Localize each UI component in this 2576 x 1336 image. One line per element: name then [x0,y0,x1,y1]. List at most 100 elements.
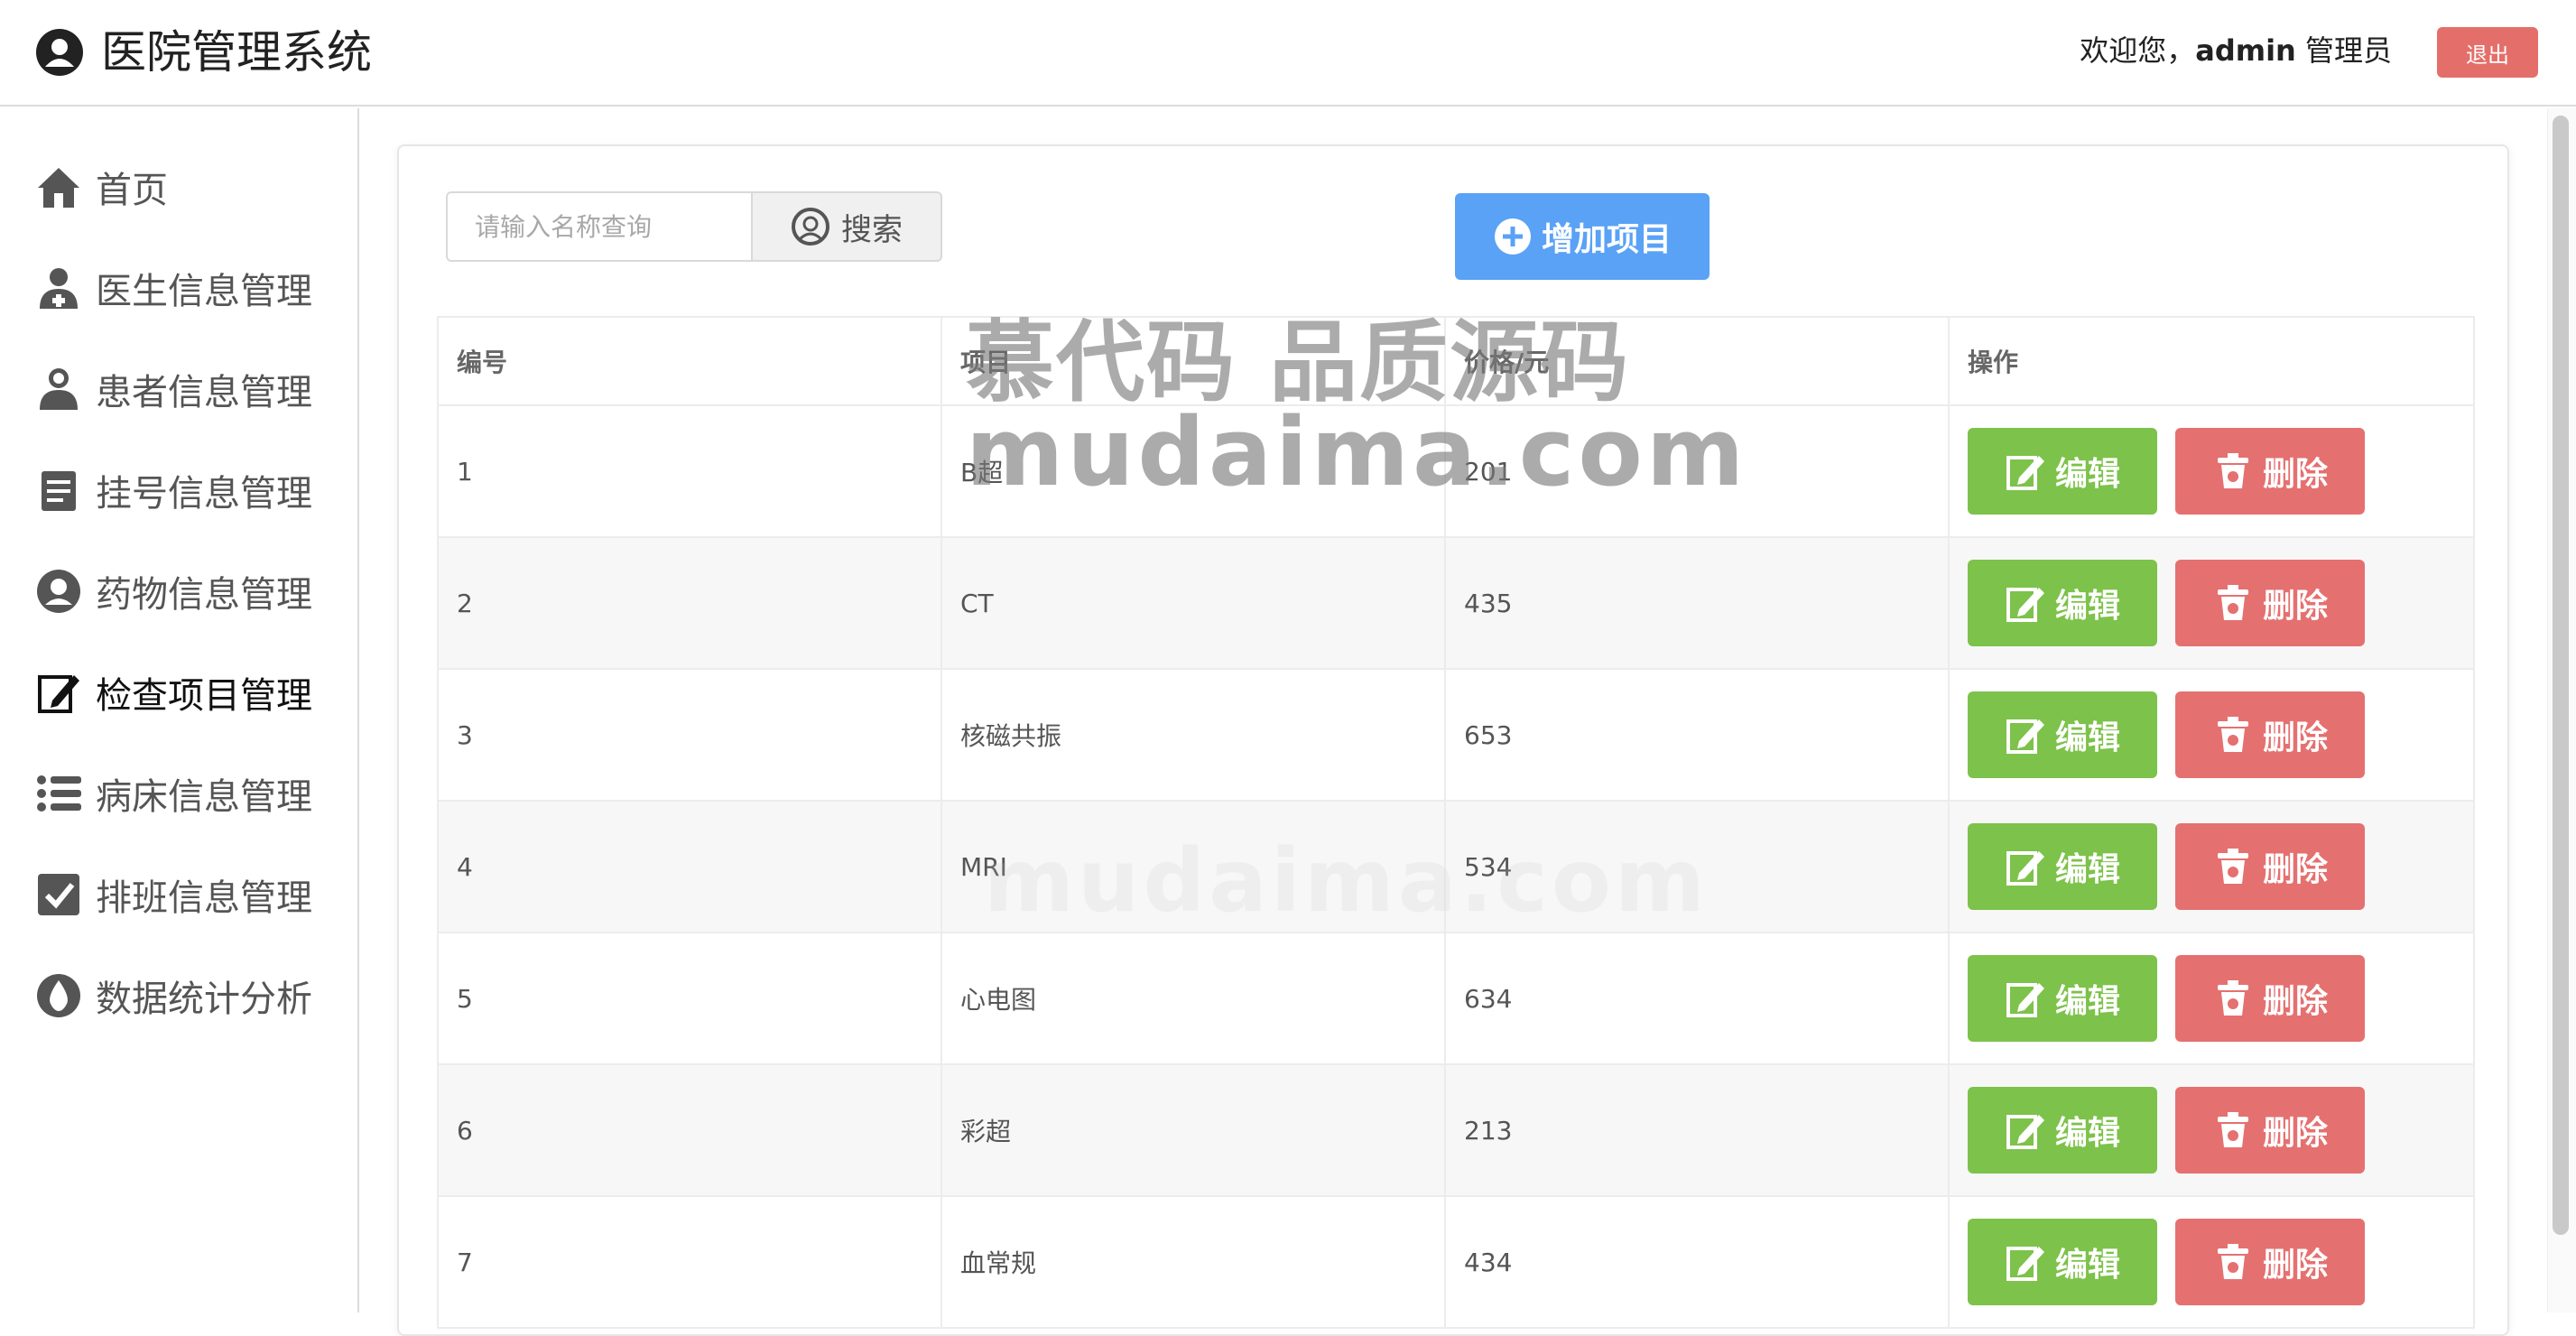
delete-button[interactable]: 删除 [2175,428,2365,515]
edit-button[interactable]: 编辑 [1968,823,2157,910]
cell-actions: 编辑 删除 [1948,1063,2475,1197]
cell-id: 7 [437,1195,942,1329]
sidebar-item-label: 排班信息管理 [96,877,312,919]
cell-name: 血常规 [941,1195,1446,1329]
clipboard-icon [42,471,76,511]
cell-price: 653 [1444,668,1950,802]
cell-id: 5 [437,932,942,1065]
sidebar-item-label: 患者信息管理 [96,372,312,413]
sidebar-item-exam-items[interactable]: 检查项目管理 [34,661,341,724]
sidebar-item-label: 数据统计分析 [96,979,312,1020]
cell-id: 3 [437,668,942,802]
edit-label: 编辑 [2054,719,2120,756]
plus-circle-icon [1494,218,1531,255]
add-item-button[interactable]: 增加项目 [1455,193,1710,280]
app-title: 医院管理系统 [101,26,372,79]
cell-id: 2 [437,536,942,670]
sidebar-item-label: 挂号信息管理 [96,473,312,515]
cell-actions: 编辑 删除 [1948,536,2475,670]
cell-name: 彩超 [941,1063,1446,1197]
trash-icon [2217,717,2248,752]
edit-button[interactable]: 编辑 [1968,1219,2157,1305]
edit-button[interactable]: 编辑 [1968,691,2157,778]
edit-label: 编辑 [2054,1247,2120,1284]
edit-icon [2006,719,2044,754]
drop-icon [37,974,80,1017]
table-row: 3 核磁共振 653 编辑 删除 [437,668,2475,802]
delete-button[interactable]: 删除 [2175,823,2365,910]
cell-name: CT [941,536,1446,670]
checkbox-icon [38,874,79,915]
sidebar-item-schedule[interactable]: 排班信息管理 [34,863,341,926]
cell-actions: 编辑 删除 [1948,1195,2475,1329]
trash-icon [2217,1112,2248,1147]
trash-icon [2217,453,2248,488]
delete-label: 删除 [2262,588,2328,625]
table-row: 7 血常规 434 编辑 删除 [437,1195,2475,1329]
row-actions: 编辑 删除 [1968,955,2473,1042]
sidebar-item-medicine[interactable]: 药物信息管理 [34,560,341,623]
home-icon [38,168,79,208]
scrollbar-thumb[interactable] [2553,116,2569,1235]
delete-label: 删除 [2262,719,2328,756]
delete-button[interactable]: 删除 [2175,1219,2365,1305]
search-button[interactable]: 搜索 [751,191,942,262]
delete-label: 删除 [2262,851,2328,888]
sidebar-item-doctors[interactable]: 医生信息管理 [34,256,341,320]
username: admin [2195,33,2296,68]
trash-icon [2217,1244,2248,1279]
edit-icon [2006,851,2044,886]
sidebar-item-label: 病床信息管理 [96,776,312,818]
delete-label: 删除 [2262,983,2328,1020]
edit-icon [2006,1247,2044,1281]
cell-actions: 编辑 删除 [1948,404,2475,538]
row-actions: 编辑 删除 [1968,1087,2473,1174]
cell-price: 435 [1444,536,1950,670]
edit-label: 编辑 [2054,456,2120,493]
cell-id: 4 [437,800,942,933]
sidebar-item-registration[interactable]: 挂号信息管理 [34,459,341,522]
row-actions: 编辑 删除 [1968,1219,2473,1305]
edit-label: 编辑 [2054,588,2120,625]
row-actions: 编辑 删除 [1968,560,2473,646]
list-icon [37,775,81,812]
edit-button[interactable]: 编辑 [1968,560,2157,646]
sidebar-item-label: 医生信息管理 [96,271,312,312]
edit-label: 编辑 [2054,1115,2120,1152]
search-input[interactable] [446,191,753,262]
delete-button[interactable]: 删除 [2175,1087,2365,1174]
delete-button[interactable]: 删除 [2175,560,2365,646]
sidebar-item-patients[interactable]: 患者信息管理 [34,357,341,421]
logo-icon [36,29,83,76]
table-row: 5 心电图 634 编辑 删除 [437,932,2475,1065]
doctor-icon [40,268,78,309]
sidebar-item-beds[interactable]: 病床信息管理 [34,762,341,825]
edit-icon [2006,983,2044,1017]
sidebar-item-label: 药物信息管理 [96,574,312,616]
edit-button[interactable]: 编辑 [1968,955,2157,1042]
edit-label: 编辑 [2054,851,2120,888]
trash-icon [2217,585,2248,620]
search-icon [792,208,829,246]
edit-button[interactable]: 编辑 [1968,1087,2157,1174]
cell-id: 6 [437,1063,942,1197]
cell-actions: 编辑 删除 [1948,800,2475,933]
sidebar-item-statistics[interactable]: 数据统计分析 [34,964,341,1027]
logout-button[interactable]: 退出 [2437,27,2538,78]
delete-label: 删除 [2262,456,2328,493]
sidebar-item-home[interactable]: 首页 [34,155,341,218]
row-actions: 编辑 删除 [1968,428,2473,515]
table-row: 2 CT 435 编辑 删除 [437,536,2475,670]
sidebar: 首页 医生信息管理 患者信息管理 挂号信息管理 药物信息管理 检查项目管理 病床… [0,108,359,1313]
watermark-url: mudaima.com [966,397,1748,507]
sidebar-item-label: 首页 [96,170,168,211]
cell-price: 634 [1444,932,1950,1065]
delete-button[interactable]: 删除 [2175,691,2365,778]
row-actions: 编辑 删除 [1968,823,2473,910]
add-item-label: 增加项目 [1541,221,1672,258]
edit-button[interactable]: 编辑 [1968,428,2157,515]
delete-button[interactable]: 删除 [2175,955,2365,1042]
edit-icon [2006,1115,2044,1149]
sidebar-item-label: 检查项目管理 [96,675,312,717]
cell-price: 213 [1444,1063,1950,1197]
